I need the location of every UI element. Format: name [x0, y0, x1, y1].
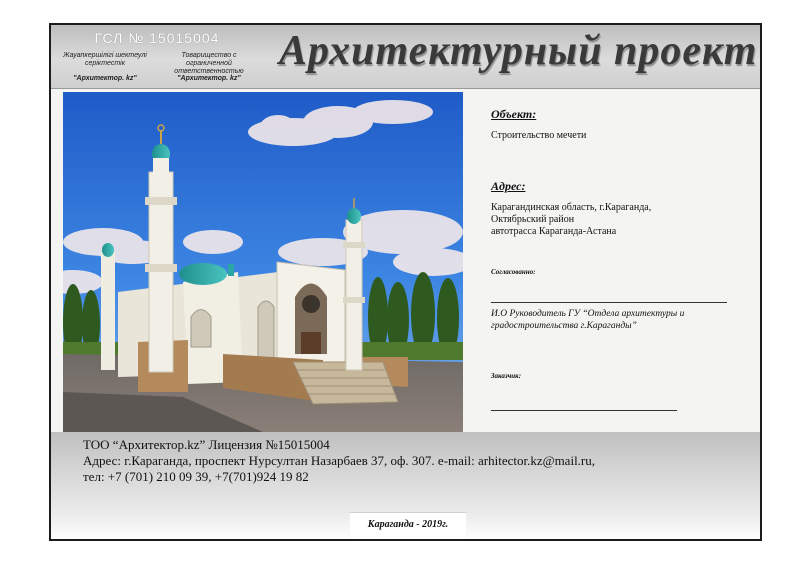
company-type-ru: Товарищество с ограниченной ответственно… [174, 52, 244, 75]
company-type-kz: Жауапкершілігі шектеулі серіктестік [63, 52, 147, 67]
customer-label: Заказчик: [491, 372, 522, 380]
approval-label: Согласованно: [491, 268, 536, 276]
company-license-line: ТОО “Архитектор.kz” Лицензия №15015004 [83, 437, 330, 452]
object-label: Объект: [491, 107, 537, 121]
company-brand-ru: "Архитектор. kz" [177, 75, 241, 82]
address-value: Карагандинская область, г.Караганда, Окт… [491, 202, 751, 238]
header-band: ГСЛ № 15015004 Жауапкершілігі шектеулі с… [51, 25, 760, 89]
footer-band: ТОО “Архитектор.kz” Лицензия №15015004 А… [51, 432, 760, 539]
company-contacts: ТОО “Архитектор.kz” Лицензия №15015004 А… [83, 437, 595, 485]
object-value: Строительство мечети [491, 130, 587, 141]
page-title: Архитектурный проект [279, 28, 758, 74]
mosque-rendering [63, 92, 463, 432]
address-line: Октябрьский район [491, 214, 575, 225]
address-label: Адрес: [491, 179, 526, 193]
license-block: ГСЛ № 15015004 Жауапкершілігі шектеулі с… [57, 28, 267, 84]
city-year-stamp: Караганда - 2019г. [350, 512, 466, 537]
company-address-line: Адрес: г.Караганда, проспект Нурсултан Н… [83, 453, 596, 468]
title-sheet-frame: ГСЛ № 15015004 Жауапкершілігі шектеулі с… [49, 23, 762, 541]
approval-signatory: И.О Руководитель ГУ “Отдела архитектуры … [491, 308, 751, 332]
approval-signature-line [491, 302, 727, 303]
address-line: автотрасса Караганда-Астана [491, 226, 617, 237]
project-info: Объект: Строительство мечети Адрес: Кара… [491, 107, 751, 411]
customer-signature-line [491, 410, 677, 411]
signatory-line: И.О Руководитель ГУ “Отдела архитектуры … [491, 309, 685, 319]
company-phone-line: тел: +7 (701) 210 09 39, +7(701)924 19 8… [83, 469, 309, 484]
company-brand-kz: "Архитектор. kz" [73, 75, 137, 82]
license-number: ГСЛ № 15015004 [94, 30, 220, 46]
signatory-line: градостроительства г.Караганды” [491, 321, 637, 331]
address-line: Карагандинская область, г.Караганда, [491, 202, 652, 213]
